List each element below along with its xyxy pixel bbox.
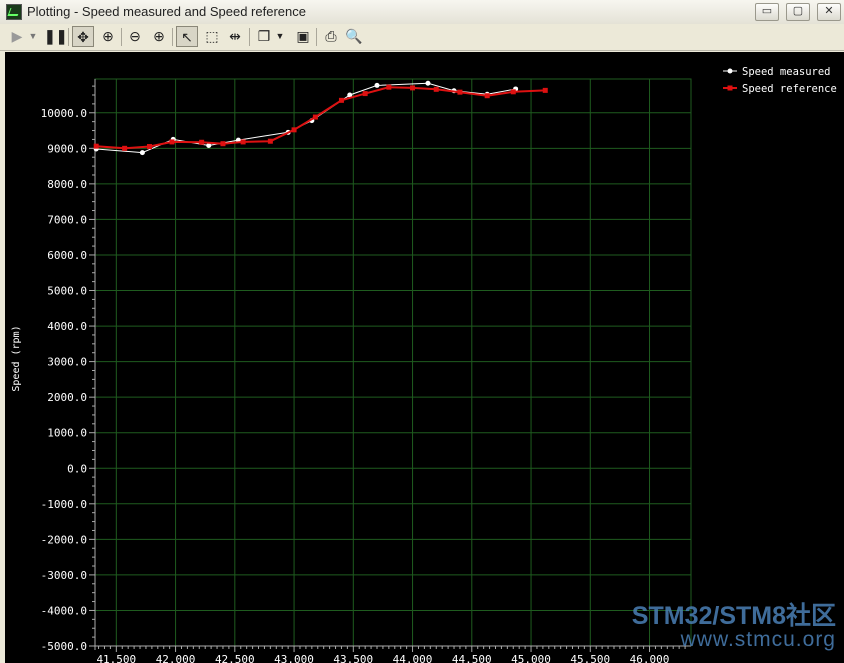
watermark-line2: www.stmcu.org — [680, 628, 836, 651]
legend-marker — [727, 68, 733, 74]
x-tick-label: 43.500 — [333, 653, 373, 663]
x-tick-label: 42.000 — [156, 653, 196, 663]
copy-icon[interactable]: ❐ — [253, 26, 275, 47]
data-point — [542, 87, 548, 93]
data-point — [199, 139, 205, 145]
y-tick-label: 2000.0 — [47, 391, 87, 404]
legend-item: Speed reference — [723, 83, 837, 95]
pan-icon[interactable]: ✥ — [72, 26, 94, 47]
data-point — [425, 80, 431, 86]
x-tick-label: 46.000 — [630, 653, 670, 663]
split-icon[interactable]: ⇹ — [224, 26, 246, 47]
legend-label: Speed measured — [742, 66, 831, 78]
data-point — [93, 143, 99, 149]
select-icon[interactable]: ↖ — [176, 26, 198, 47]
print-preview-icon[interactable]: 🔍 — [343, 26, 365, 47]
print-icon[interactable]: ⎙ — [320, 26, 342, 47]
watermark: STM32/STM8社区 www.stmcu.org — [606, 603, 836, 651]
x-tick-label: 41.500 — [96, 653, 136, 663]
pause-icon[interactable]: ❚❚ — [44, 26, 67, 47]
data-point — [410, 85, 416, 91]
y-tick-label: 5000.0 — [47, 285, 87, 298]
zoom-out-icon[interactable]: ⊖ — [124, 26, 146, 47]
x-tick-label: 44.500 — [452, 653, 492, 663]
y-tick-label: 10000.0 — [41, 107, 87, 120]
x-tick-label: 43.000 — [274, 653, 314, 663]
x-tick-label: 44.000 — [393, 653, 433, 663]
y-tick-label: -3000.0 — [41, 569, 87, 582]
plot-area[interactable]: 10000.0 9000.0 8000.0 7000.0 6000.0 5000.0 400… — [5, 52, 844, 663]
rect-select-icon[interactable]: ⬚ — [201, 26, 223, 47]
copy-dropdown-icon[interactable]: ▼ — [273, 26, 287, 47]
save-icon[interactable]: ▣ — [292, 26, 314, 47]
legend-marker — [727, 85, 733, 91]
x-tick-label: 42.500 — [215, 653, 255, 663]
watermark-line1: STM32/STM8社区 — [631, 602, 836, 630]
maximize-button[interactable]: ▢ — [786, 3, 810, 21]
data-point — [169, 139, 175, 145]
y-tick-label: 1000.0 — [47, 427, 87, 440]
data-point — [362, 91, 368, 97]
y-tick-label: 6000.0 — [47, 249, 87, 262]
y-tick-label: -2000.0 — [41, 533, 87, 546]
window-title: Plotting - Speed measured and Speed refe… — [27, 4, 306, 19]
y-tick-label: 0.0 — [67, 462, 87, 475]
data-point — [220, 141, 226, 147]
series-line — [96, 86, 546, 150]
close-button[interactable]: ✕ — [817, 3, 841, 21]
dropdown-icon[interactable]: ▼ — [26, 26, 40, 47]
data-point — [484, 93, 490, 99]
zoom-in-icon[interactable]: ⊕ — [148, 26, 170, 47]
x-tick-label: 45.000 — [511, 653, 551, 663]
zoom-fit-icon[interactable]: ⊕ — [97, 26, 119, 47]
y-axis-label: Speed (rpm) — [11, 325, 22, 391]
legend-label: Speed reference — [742, 83, 837, 95]
y-tick-label: -4000.0 — [41, 604, 87, 617]
series-line — [96, 82, 516, 154]
data-point — [240, 139, 246, 145]
toolbar: ▶ ▼ ❚❚ ✥ ⊕ ⊖ ⊕ ↖ ⬚ ⇹ ❐ ▼ ▣ ⎙ 🔍 — [0, 24, 844, 51]
data-point — [267, 138, 273, 144]
data-point — [510, 89, 516, 95]
y-tick-label: 9000.0 — [47, 142, 87, 155]
y-tick-label: -5000.0 — [41, 640, 87, 653]
legend-item: Speed measured — [723, 66, 831, 78]
y-tick-label: -1000.0 — [41, 498, 87, 511]
y-tick-label: 7000.0 — [47, 213, 87, 226]
minimize-button[interactable]: ▭ — [755, 3, 779, 21]
y-tick-label: 8000.0 — [47, 178, 87, 191]
y-tick-label: 3000.0 — [47, 356, 87, 369]
data-point — [338, 97, 344, 103]
y-tick-label: 4000.0 — [47, 320, 87, 333]
play-icon[interactable]: ▶ — [6, 26, 28, 47]
app-icon — [6, 4, 22, 20]
data-point — [291, 127, 297, 133]
data-point — [312, 114, 318, 120]
title-bar: Plotting - Speed measured and Speed refe… — [0, 0, 844, 25]
data-point — [139, 150, 145, 156]
series-speed-reference — [93, 84, 548, 151]
data-point — [122, 145, 128, 151]
data-point — [374, 82, 380, 88]
data-point — [147, 144, 153, 150]
data-point — [433, 86, 439, 92]
data-point — [386, 84, 392, 90]
x-tick-label: 45.500 — [570, 653, 610, 663]
speed-chart[interactable]: 10000.0 9000.0 8000.0 7000.0 6000.0 5000.0 400… — [5, 52, 844, 663]
plot-frame — [94, 78, 692, 647]
data-point — [457, 89, 463, 95]
